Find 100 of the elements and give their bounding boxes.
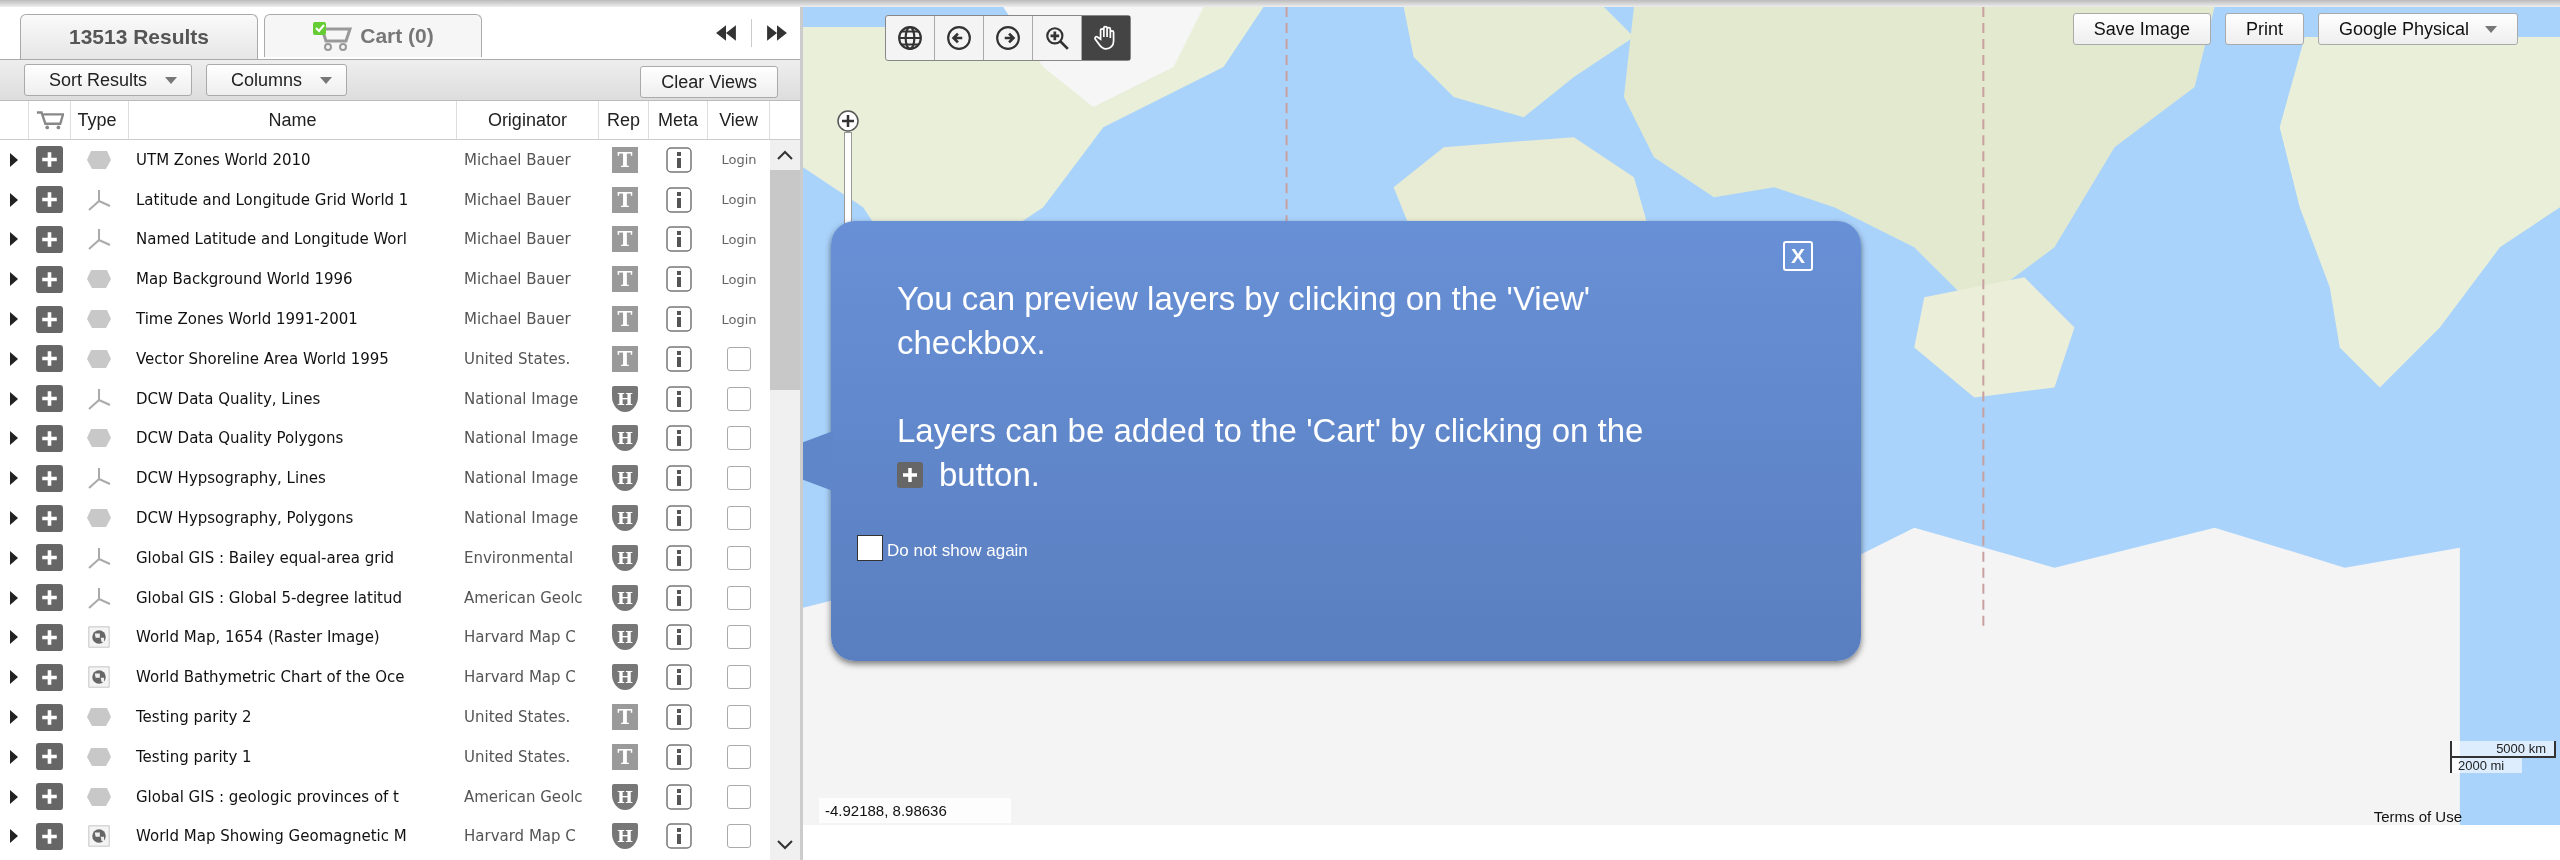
- view-checkbox[interactable]: [727, 705, 751, 730]
- expand-arrow-icon[interactable]: [10, 590, 18, 605]
- expand-arrow-icon[interactable]: [10, 710, 18, 725]
- scroll-down-icon[interactable]: [777, 840, 793, 850]
- info-icon[interactable]: [666, 146, 692, 173]
- info-icon[interactable]: [666, 544, 692, 571]
- repository-icon: H: [612, 783, 638, 810]
- map-button[interactable]: Save Image: [2072, 13, 2211, 45]
- do-not-show-checkbox[interactable]: [857, 535, 883, 561]
- info-icon[interactable]: [666, 465, 692, 492]
- expand-arrow-icon[interactable]: [10, 789, 18, 804]
- login-link[interactable]: Login: [721, 192, 757, 208]
- view-checkbox[interactable]: [727, 386, 751, 411]
- view-checkbox[interactable]: [727, 466, 751, 491]
- scale-bar: 5000 km 2000 mi: [2450, 741, 2556, 773]
- column-header[interactable]: Meta: [658, 109, 699, 131]
- add-to-cart-button[interactable]: [35, 544, 63, 572]
- add-to-cart-button[interactable]: [35, 265, 63, 293]
- expand-arrow-icon[interactable]: [10, 232, 18, 247]
- add-to-cart-button[interactable]: [35, 186, 63, 214]
- rewind-icon[interactable]: [715, 25, 737, 41]
- expand-arrow-icon[interactable]: [10, 431, 18, 446]
- info-icon[interactable]: [666, 624, 692, 651]
- info-icon[interactable]: [666, 664, 692, 691]
- scroll-up-icon[interactable]: [777, 150, 793, 160]
- expand-arrow-icon[interactable]: [10, 511, 18, 526]
- login-link[interactable]: Login: [721, 271, 757, 287]
- expand-arrow-icon[interactable]: [10, 391, 18, 406]
- add-to-cart-button[interactable]: [35, 663, 63, 691]
- scrollbar-thumb[interactable]: [770, 170, 800, 390]
- add-to-cart-button[interactable]: [35, 146, 63, 174]
- add-to-cart-button[interactable]: [35, 783, 63, 811]
- info-icon[interactable]: [666, 266, 692, 293]
- info-icon[interactable]: [666, 425, 692, 452]
- add-to-cart-button[interactable]: [35, 305, 63, 333]
- info-icon[interactable]: [666, 823, 692, 850]
- fast-forward-icon[interactable]: [766, 25, 788, 41]
- view-checkbox[interactable]: [727, 625, 751, 650]
- column-header[interactable]: Originator: [487, 109, 567, 131]
- column-header[interactable]: Type: [77, 109, 117, 131]
- expand-arrow-icon[interactable]: [10, 829, 18, 844]
- info-icon[interactable]: [666, 345, 692, 372]
- expand-arrow-icon[interactable]: [10, 351, 18, 366]
- add-to-cart-button[interactable]: [35, 584, 63, 612]
- sort-results-dropdown[interactable]: Sort Results: [24, 64, 193, 96]
- add-to-cart-button[interactable]: [35, 424, 63, 452]
- view-checkbox[interactable]: [727, 744, 751, 769]
- column-header[interactable]: Rep: [607, 109, 641, 131]
- expand-arrow-icon[interactable]: [10, 471, 18, 486]
- expand-arrow-icon[interactable]: [10, 630, 18, 645]
- column-header[interactable]: Name: [268, 109, 317, 131]
- view-checkbox[interactable]: [727, 426, 751, 451]
- expand-arrow-icon[interactable]: [10, 152, 18, 167]
- expand-arrow-icon[interactable]: [10, 312, 18, 327]
- basemap-dropdown[interactable]: Google Physical: [2317, 13, 2518, 45]
- expand-arrow-icon[interactable]: [10, 192, 18, 207]
- popup-text: button.: [939, 455, 1040, 495]
- login-link[interactable]: Login: [721, 311, 757, 327]
- add-to-cart-button[interactable]: [35, 822, 63, 850]
- terms-link[interactable]: Terms of Use: [2373, 808, 2462, 825]
- expand-arrow-icon[interactable]: [10, 550, 18, 565]
- login-link[interactable]: Login: [721, 232, 757, 247]
- view-checkbox[interactable]: [727, 506, 751, 531]
- repository-icon: T: [612, 704, 638, 731]
- clear-views-button[interactable]: Clear Views: [640, 66, 778, 98]
- zoom-in-button[interactable]: [837, 110, 859, 132]
- view-checkbox[interactable]: [727, 585, 751, 610]
- info-icon[interactable]: [666, 186, 692, 213]
- info-icon[interactable]: [666, 704, 692, 731]
- originator-name: Harvard Map C: [463, 668, 576, 687]
- expand-arrow-icon[interactable]: [10, 272, 18, 287]
- info-icon[interactable]: [666, 743, 692, 770]
- map-button[interactable]: Print: [2224, 13, 2304, 45]
- info-icon[interactable]: [666, 226, 692, 253]
- expand-arrow-icon[interactable]: [10, 749, 18, 764]
- view-checkbox[interactable]: [727, 784, 751, 809]
- view-checkbox[interactable]: [727, 824, 751, 849]
- tab[interactable]: Cart (0): [264, 14, 482, 57]
- map-tool-button[interactable]: [1082, 16, 1130, 60]
- tab[interactable]: 13513 Results: [20, 14, 258, 59]
- info-icon[interactable]: [666, 505, 692, 532]
- info-icon[interactable]: [666, 783, 692, 810]
- column-header[interactable]: View: [719, 109, 758, 131]
- add-to-cart-button[interactable]: [35, 464, 63, 492]
- info-icon[interactable]: [666, 306, 692, 333]
- view-checkbox[interactable]: [727, 545, 751, 570]
- view-checkbox[interactable]: [727, 346, 751, 371]
- columns-dropdown[interactable]: Columns: [206, 64, 348, 96]
- add-to-cart-button[interactable]: [35, 623, 63, 651]
- add-to-cart-button[interactable]: [35, 703, 63, 731]
- expand-arrow-icon[interactable]: [10, 670, 18, 685]
- login-link[interactable]: Login: [721, 152, 757, 168]
- info-icon[interactable]: [666, 584, 692, 611]
- add-to-cart-button[interactable]: [35, 385, 63, 413]
- add-to-cart-button[interactable]: [35, 504, 63, 532]
- info-icon[interactable]: [666, 385, 692, 412]
- add-to-cart-button[interactable]: [35, 743, 63, 771]
- add-to-cart-button[interactable]: [35, 345, 63, 373]
- add-to-cart-button[interactable]: [35, 226, 63, 253]
- view-checkbox[interactable]: [727, 665, 751, 690]
